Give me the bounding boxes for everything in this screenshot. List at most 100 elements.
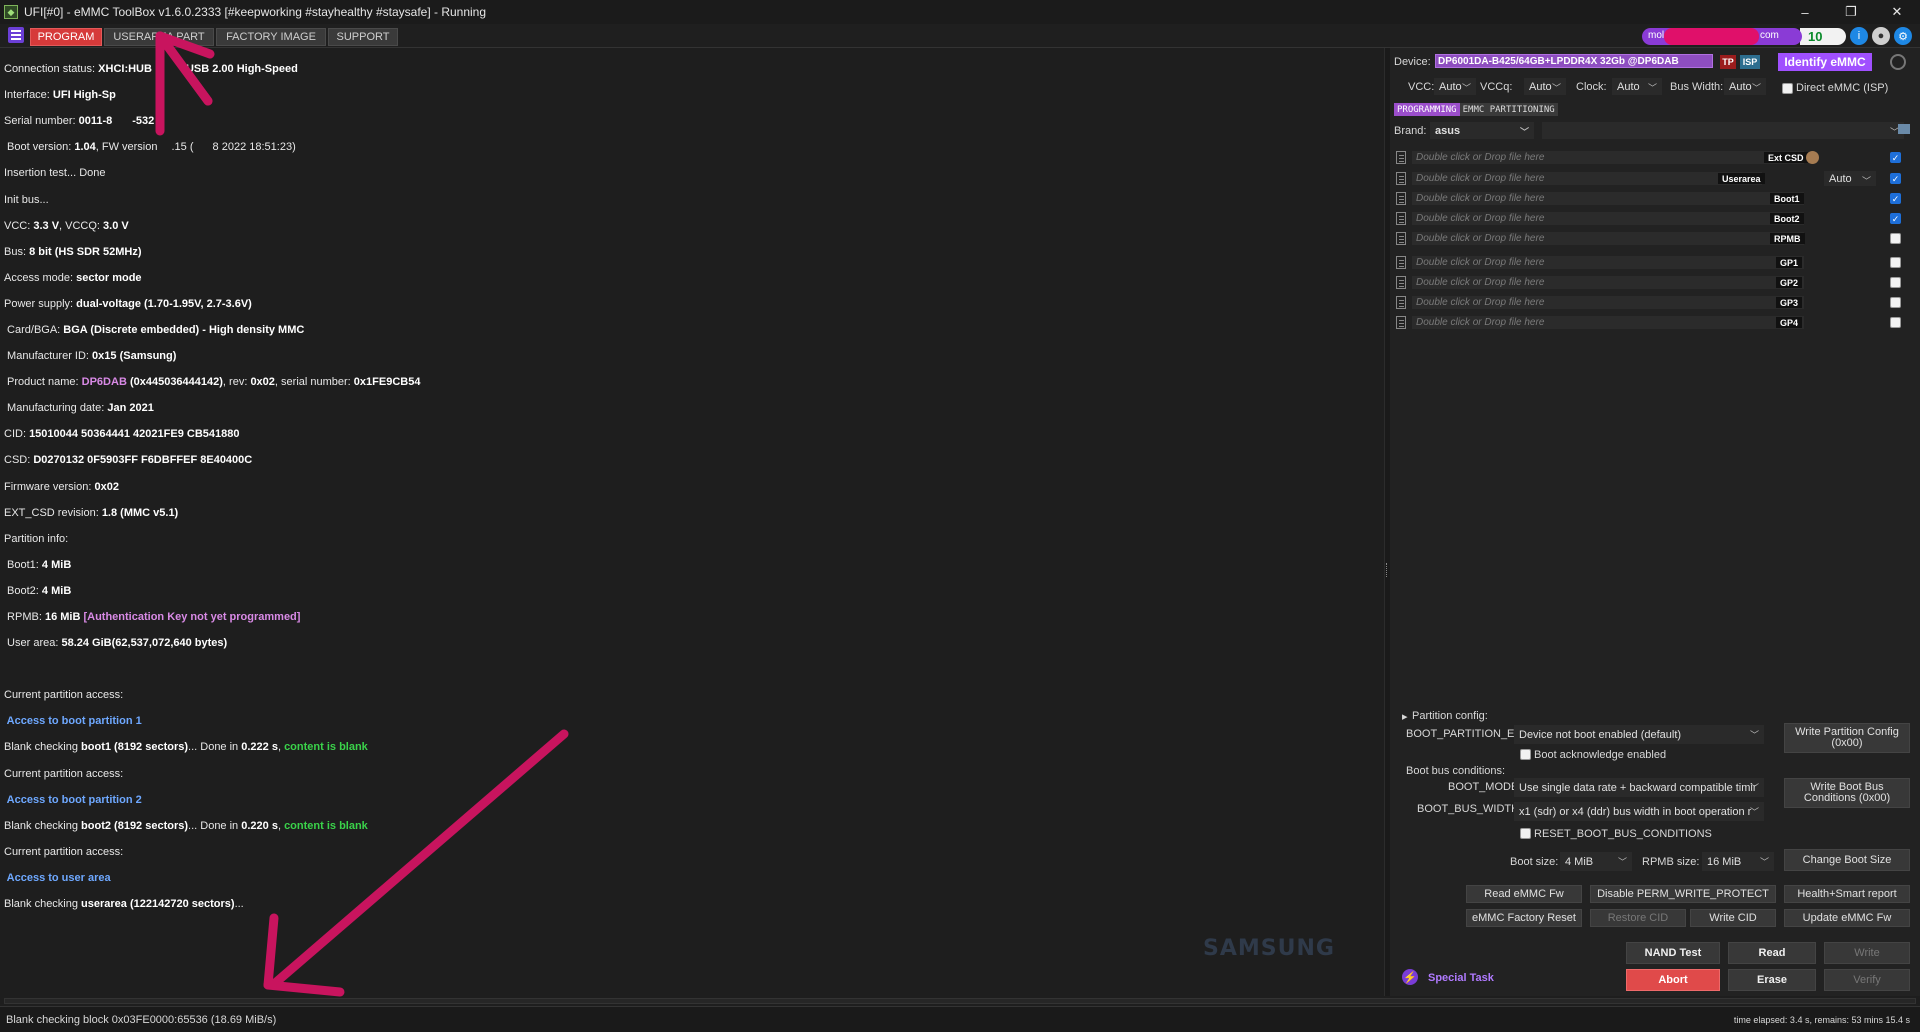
maximize-button[interactable]: ❐ — [1828, 0, 1874, 24]
identify-emmc-button[interactable]: Identify eMMC — [1778, 53, 1872, 71]
special-task-link[interactable]: Special Task — [1428, 972, 1494, 984]
boot-size-label: Boot size: — [1510, 856, 1559, 868]
tab-support[interactable]: SUPPORT — [328, 28, 398, 46]
log-line: Access to boot partition 2 — [4, 793, 142, 806]
file-icon — [1396, 316, 1406, 329]
expand-arrow-icon[interactable]: ▸ — [1402, 710, 1408, 723]
log-line: Manufacturer ID: 0x15 (Samsung) — [4, 350, 177, 363]
gp3-tag: GP3 — [1776, 297, 1803, 308]
log-line: Manufacturing date: Jan 2021 — [4, 402, 154, 415]
hamburger-menu-icon[interactable] — [8, 27, 24, 43]
boot1-tag: Boot1 — [1770, 193, 1804, 204]
rpmb-size-label: RPMB size: — [1642, 856, 1700, 868]
boot-partition-en-select[interactable]: Device not boot enabled (default) ﹀ — [1514, 725, 1764, 744]
status-dot-icon[interactable] — [1806, 151, 1819, 164]
ext-csd-file-input[interactable]: Double click or Drop file here — [1412, 151, 1804, 164]
gp4-checkbox[interactable] — [1890, 317, 1901, 328]
vcc-select[interactable]: Auto ﹀ — [1434, 78, 1476, 95]
partition-config-label: Partition config: — [1412, 710, 1488, 722]
rpmb-size-select[interactable]: 16 MiB ﹀ — [1702, 852, 1774, 871]
microphone-icon[interactable]: ● — [1872, 27, 1890, 45]
boot-bus-width-select[interactable]: x1 (sdr) or x4 (ddr) bus width in boot o… — [1514, 802, 1764, 821]
tab-userarea-part[interactable]: USERAREA PART — [104, 28, 214, 46]
chevron-down-icon: ﹀ — [1749, 730, 1759, 740]
subtab-emmc-partitioning[interactable]: EMMC PARTITIONING — [1459, 103, 1558, 116]
log-line: Boot1: 4 MiB — [4, 558, 72, 571]
log-line: VCC: 3.3 V, VCCQ: 3.0 V — [4, 219, 129, 232]
health-smart-report-button[interactable]: Health+Smart report — [1784, 885, 1910, 903]
log-line: Connection status: XHCI:HUB USB 2.00 High… — [4, 63, 298, 76]
lightning-icon[interactable]: ⚡ — [1402, 969, 1418, 985]
write-boot-bus-conditions-button[interactable]: Write Boot Bus Conditions (0x00) — [1784, 778, 1910, 808]
gp3-file-input[interactable]: Double click or Drop file here — [1412, 296, 1804, 309]
power-icon[interactable] — [1890, 54, 1906, 70]
chevron-down-icon: ﹀ — [1751, 83, 1761, 93]
update-emmc-fw-button[interactable]: Update eMMC Fw — [1784, 909, 1910, 927]
gp3-checkbox[interactable] — [1890, 297, 1901, 308]
file-row-gp3: Double click or Drop file here GP3 — [1396, 296, 1816, 310]
tab-program[interactable]: PROGRAM — [30, 28, 102, 46]
folder-icon[interactable] — [1898, 124, 1910, 134]
disable-perm-write-protect-button[interactable]: Disable PERM_WRITE_PROTECT — [1590, 885, 1776, 903]
device-field[interactable]: DP6001DA-B425/64GB+LPDDR4X 32Gb @DP6DAB — [1435, 54, 1713, 68]
read-button[interactable]: Read — [1728, 942, 1816, 964]
boot2-file-input[interactable]: Double click or Drop file here — [1412, 212, 1804, 225]
boot2-tag: Boot2 — [1770, 213, 1804, 224]
account-badge[interactable]: mol com — [1642, 27, 1802, 45]
userarea-checkbox[interactable]: ✓ — [1890, 173, 1901, 184]
chevron-down-icon: ﹀ — [1759, 857, 1769, 867]
write-cid-button[interactable]: Write CID — [1690, 909, 1776, 927]
reset-boot-bus-label: RESET_BOOT_BUS_CONDITIONS — [1534, 828, 1712, 840]
gp4-file-input[interactable]: Double click or Drop file here — [1412, 316, 1804, 329]
file-icon — [1396, 172, 1406, 185]
log-line: Insertion test... Done — [4, 167, 106, 180]
log-line: Firmware version: 0x02 — [4, 480, 119, 493]
boot2-checkbox[interactable]: ✓ — [1890, 213, 1901, 224]
userarea-file-input[interactable]: Double click or Drop file here — [1412, 172, 1762, 185]
gp2-checkbox[interactable] — [1890, 277, 1901, 288]
bus-width-select[interactable]: Auto ﹀ — [1724, 78, 1766, 95]
file-row-gp1: Double click or Drop file here GP1 — [1396, 256, 1816, 270]
userarea-mode-select[interactable]: Auto ﹀ — [1824, 171, 1876, 186]
read-emmc-fw-button[interactable]: Read eMMC Fw — [1466, 885, 1582, 903]
tab-factory-image[interactable]: FACTORY IMAGE — [216, 28, 326, 46]
boot-ack-checkbox[interactable] — [1520, 749, 1531, 760]
boot1-file-input[interactable]: Double click or Drop file here — [1412, 192, 1804, 205]
restore-cid-button[interactable]: Restore CID — [1590, 909, 1686, 927]
model-select[interactable]: ﹀ — [1542, 122, 1904, 139]
rpmb-file-input[interactable]: Double click or Drop file here — [1412, 232, 1804, 245]
boot-size-select[interactable]: 4 MiB ﹀ — [1560, 852, 1632, 871]
vcc-label: VCC: — [1408, 81, 1435, 93]
vccq-select[interactable]: Auto ﹀ — [1524, 78, 1566, 95]
write-button[interactable]: Write — [1824, 942, 1910, 964]
nand-test-button[interactable]: NAND Test — [1626, 942, 1720, 964]
credits-counter: 10 — [1800, 27, 1846, 45]
change-boot-size-button[interactable]: Change Boot Size — [1784, 849, 1910, 871]
log-line: User area: 58.24 GiB(62,537,072,640 byte… — [4, 637, 228, 650]
file-icon — [1396, 151, 1406, 164]
direct-emmc-checkbox[interactable] — [1782, 83, 1793, 94]
ext-csd-checkbox[interactable]: ✓ — [1890, 152, 1901, 163]
gp1-checkbox[interactable] — [1890, 257, 1901, 268]
minimize-button[interactable]: – — [1782, 0, 1828, 24]
verify-button[interactable]: Verify — [1824, 969, 1910, 991]
boot1-checkbox[interactable]: ✓ — [1890, 193, 1901, 204]
brand-select[interactable]: asus ﹀ — [1430, 122, 1534, 139]
subtab-programming[interactable]: PROGRAMMING — [1394, 103, 1460, 116]
info-icon[interactable]: i — [1850, 27, 1868, 45]
isp-badge[interactable]: ISP — [1740, 55, 1760, 69]
erase-button[interactable]: Erase — [1728, 969, 1816, 991]
clock-select[interactable]: Auto ﹀ — [1612, 78, 1662, 95]
boot-mode-select[interactable]: Use single data rate + backward compatib… — [1514, 778, 1764, 797]
abort-button[interactable]: Abort — [1626, 969, 1720, 991]
gear-icon[interactable]: ⚙ — [1894, 27, 1912, 45]
reset-boot-bus-checkbox[interactable] — [1520, 828, 1531, 839]
rpmb-checkbox[interactable] — [1890, 233, 1901, 244]
tp-badge[interactable]: TP — [1720, 55, 1736, 69]
write-partition-config-button[interactable]: Write Partition Config (0x00) — [1784, 723, 1910, 753]
gp2-file-input[interactable]: Double click or Drop file here — [1412, 276, 1804, 289]
emmc-factory-reset-button[interactable]: eMMC Factory Reset — [1466, 909, 1582, 927]
close-button[interactable]: ✕ — [1874, 0, 1920, 24]
chevron-down-icon: ﹀ — [1551, 83, 1561, 93]
gp1-file-input[interactable]: Double click or Drop file here — [1412, 256, 1804, 269]
